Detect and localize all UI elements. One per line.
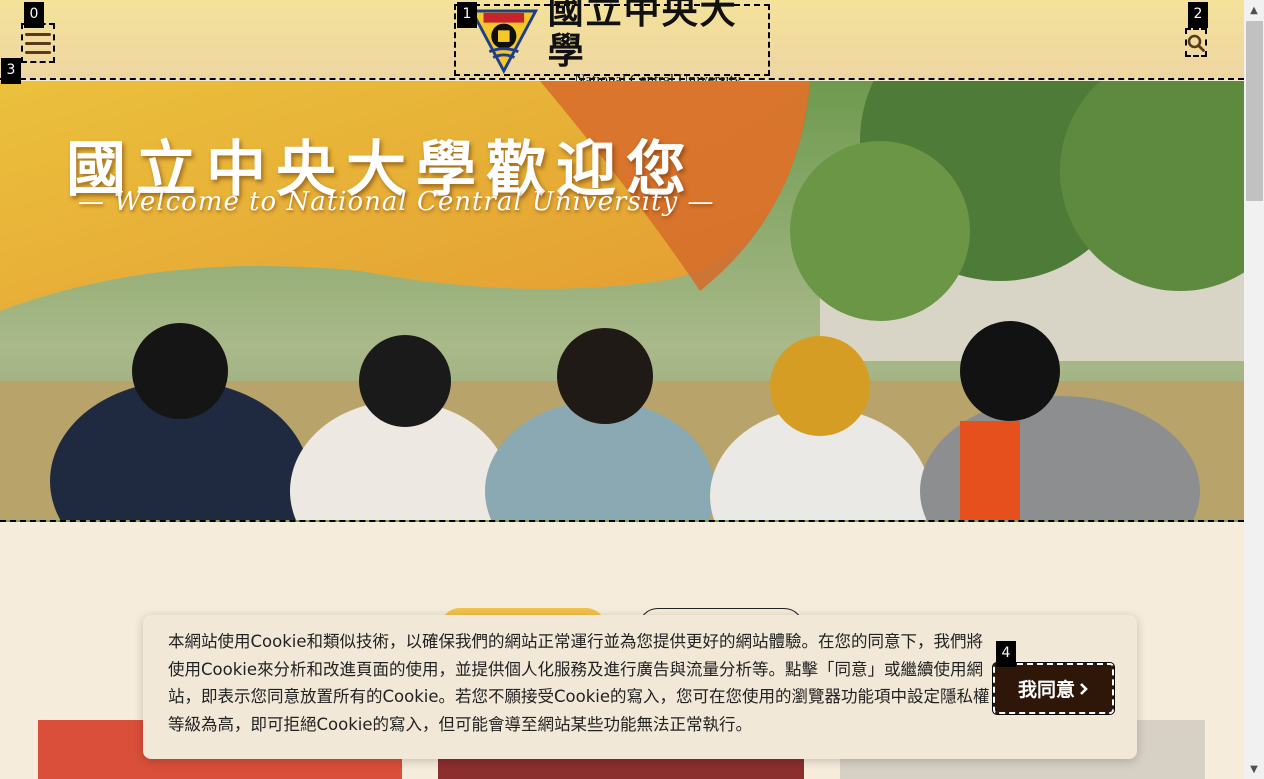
chevron-right-icon (1080, 682, 1088, 695)
scroll-up-arrow-icon[interactable]: ▲ (1244, 0, 1264, 20)
scrollbar-thumb[interactable] (1246, 21, 1263, 201)
site-logo-link[interactable]: 國立中央大學 National Central University (454, 0, 770, 88)
agree-button-label: 我同意 (1017, 679, 1075, 701)
hero-subtitle: — Welcome to National Central University… (78, 187, 715, 217)
site-header: 國立中央大學 National Central University (0, 0, 1244, 88)
cookie-consent-text: 本網站使用Cookie和類似技術，以確保我們的網站正常運行並為您提供更好的網站體… (168, 632, 990, 734)
marker-2: 2 (1188, 2, 1208, 28)
page-scrollbar[interactable]: ▲ ▼ (1244, 0, 1264, 779)
marker-1: 1 (457, 2, 477, 28)
cookie-consent-banner: 本網站使用Cookie和類似技術，以確保我們的網站正常運行並為您提供更好的網站體… (143, 615, 1137, 759)
marker-4: 4 (996, 641, 1016, 667)
logo-title-cn: 國立中央大學 (547, 0, 738, 72)
search-icon (1187, 34, 1205, 52)
university-seal-icon (470, 9, 538, 74)
scroll-down-arrow-icon[interactable]: ▼ (1244, 759, 1264, 779)
hero-banner[interactable]: 國立中央大學歡迎您 — Welcome to National Central … (0, 81, 1244, 522)
marker-3: 3 (1, 58, 21, 84)
search-button[interactable] (1185, 28, 1207, 57)
agree-button[interactable]: 我同意 (992, 662, 1115, 715)
marker-0: 0 (24, 2, 44, 28)
menu-button[interactable] (21, 23, 55, 63)
hamburger-menu-icon (25, 32, 51, 36)
